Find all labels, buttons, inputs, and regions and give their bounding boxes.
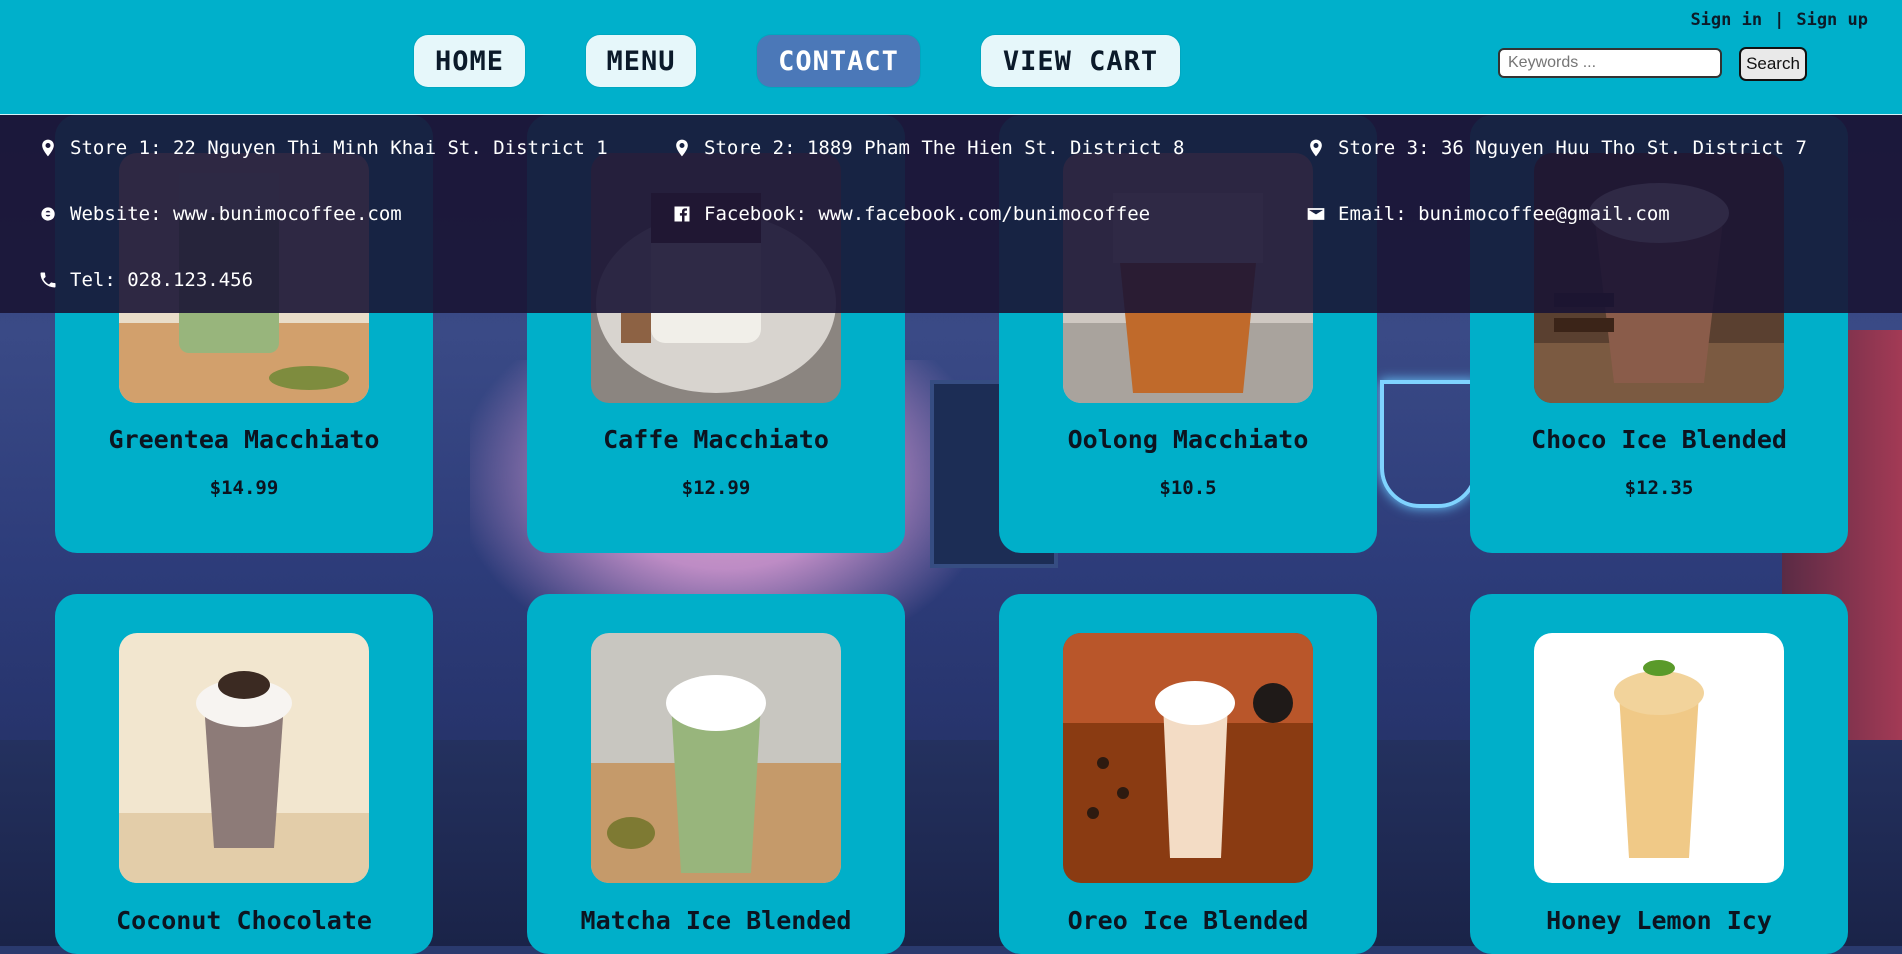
email-link[interactable]: Email: bunimocoffee@gmail.com bbox=[1338, 203, 1670, 225]
product-price: $14.99 bbox=[209, 477, 279, 499]
signup-link[interactable]: Sign up bbox=[1796, 10, 1868, 30]
envelope-icon bbox=[1307, 208, 1325, 220]
product-price: $10.5 bbox=[1159, 477, 1217, 499]
nav-menu-button[interactable]: MENU bbox=[586, 35, 696, 87]
internet-explorer-icon bbox=[41, 207, 55, 221]
signin-link[interactable]: Sign in bbox=[1690, 10, 1762, 30]
product-image-oreo-ice-blended bbox=[1063, 633, 1313, 883]
nav-view-cart-button[interactable]: VIEW CART bbox=[981, 35, 1180, 87]
phone-icon bbox=[40, 272, 56, 288]
product-card[interactable]: Matcha Ice Blended bbox=[527, 594, 905, 954]
product-name[interactable]: Matcha Ice Blended bbox=[527, 906, 905, 935]
product-name[interactable]: Honey Lemon Icy bbox=[1470, 906, 1848, 935]
website-link[interactable]: Website: www.bunimocoffee.com bbox=[70, 203, 402, 225]
tel-item: Tel: 028.123.456 bbox=[38, 269, 253, 291]
product-name[interactable]: Caffe Macchiato bbox=[527, 425, 905, 454]
store1-item: Store 1: 22 Nguyen Thi Minh Khai St. Dis… bbox=[38, 137, 608, 159]
facebook-icon bbox=[674, 206, 690, 222]
auth-divider: | bbox=[1774, 10, 1785, 30]
product-card[interactable]: Oreo Ice Blended bbox=[999, 594, 1377, 954]
store3-address: Store 3: 36 Nguyen Huu Tho St. District … bbox=[1338, 137, 1807, 159]
tel-number[interactable]: Tel: 028.123.456 bbox=[70, 269, 253, 291]
product-card[interactable]: Honey Lemon Icy bbox=[1470, 594, 1848, 954]
search-input[interactable] bbox=[1498, 48, 1722, 78]
website-item: Website: www.bunimocoffee.com bbox=[38, 203, 402, 225]
location-pin-icon bbox=[42, 139, 54, 157]
store2-item: Store 2: 1889 Pham The Hien St. District… bbox=[672, 137, 1184, 159]
store1-address: Store 1: 22 Nguyen Thi Minh Khai St. Dis… bbox=[70, 137, 608, 159]
store2-address: Store 2: 1889 Pham The Hien St. District… bbox=[704, 137, 1185, 159]
contact-panel: Store 1: 22 Nguyen Thi Minh Khai St. Dis… bbox=[0, 115, 1902, 313]
product-name[interactable]: Greentea Macchiato bbox=[55, 425, 433, 454]
auth-links: Sign in | Sign up bbox=[1684, 10, 1874, 30]
store3-item: Store 3: 36 Nguyen Huu Tho St. District … bbox=[1306, 137, 1807, 159]
location-pin-icon bbox=[1310, 139, 1322, 157]
product-name[interactable]: Oreo Ice Blended bbox=[999, 906, 1377, 935]
product-card[interactable]: Coconut Chocolate bbox=[55, 594, 433, 954]
product-name[interactable]: Oolong Macchiato bbox=[999, 425, 1377, 454]
nav-contact-button[interactable]: CONTACT bbox=[757, 35, 920, 87]
product-image-honey-lemon-icy bbox=[1534, 633, 1784, 883]
product-name[interactable]: Coconut Chocolate bbox=[55, 906, 433, 935]
email-item: Email: bunimocoffee@gmail.com bbox=[1306, 203, 1670, 225]
nav-home-button[interactable]: HOME bbox=[414, 35, 525, 87]
product-image-matcha-ice-blended bbox=[591, 633, 841, 883]
product-image-coconut-chocolate bbox=[119, 633, 369, 883]
product-price: $12.35 bbox=[1624, 477, 1694, 499]
location-pin-icon bbox=[676, 139, 688, 157]
product-name[interactable]: Choco Ice Blended bbox=[1470, 425, 1848, 454]
product-price: $12.99 bbox=[681, 477, 751, 499]
top-navbar: HOME MENU CONTACT VIEW CART Sign in | Sign… bbox=[0, 0, 1902, 115]
facebook-item: Facebook: www.facebook.com/bunimocoffee bbox=[672, 203, 1150, 225]
search-button[interactable]: Search bbox=[1739, 47, 1807, 81]
facebook-link[interactable]: Facebook: www.facebook.com/bunimocoffee bbox=[704, 203, 1150, 225]
